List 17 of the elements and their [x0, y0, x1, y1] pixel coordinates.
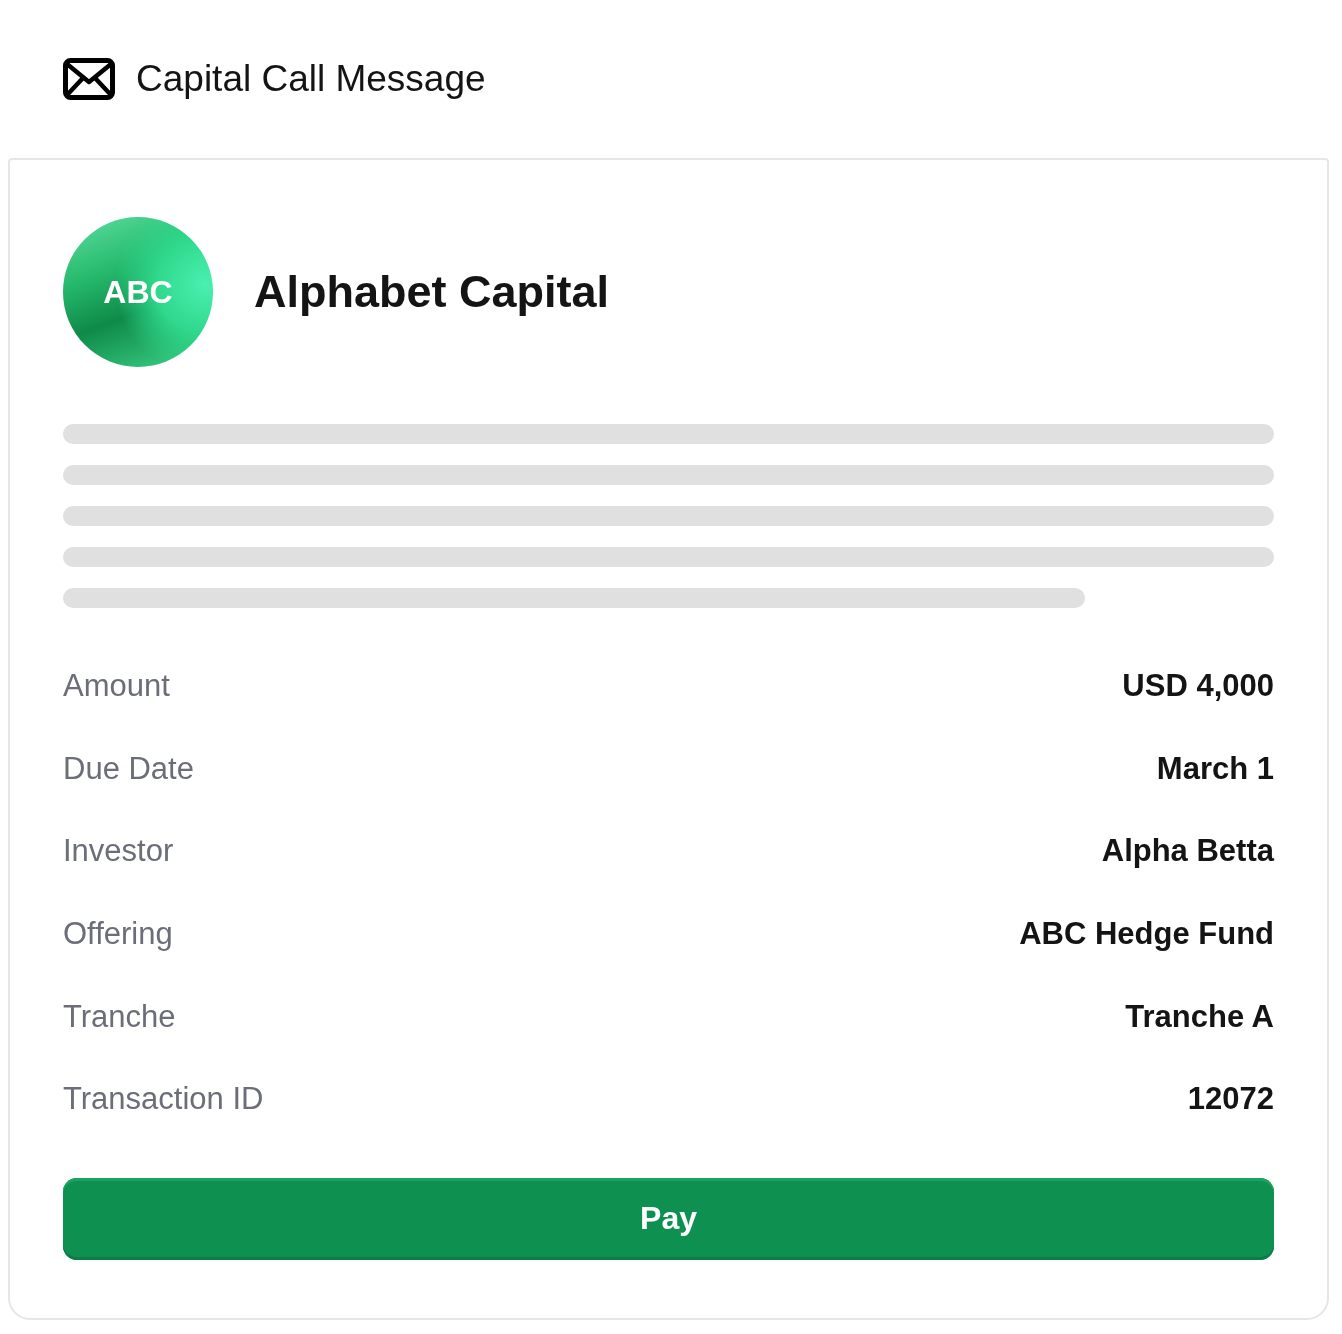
page-title: Capital Call Message: [136, 58, 486, 100]
detail-value: Tranche A: [1125, 998, 1274, 1035]
detail-label: Amount: [63, 668, 170, 705]
pay-button[interactable]: Pay: [63, 1177, 1274, 1260]
detail-label: Due Date: [63, 750, 194, 787]
detail-value: ABC Hedge Fund: [1019, 916, 1274, 953]
detail-label: Transaction ID: [63, 1081, 264, 1118]
detail-value: USD 4,000: [1122, 668, 1274, 705]
detail-value: Alpha Betta: [1101, 833, 1274, 870]
sender-name: Alphabet Capital: [254, 266, 610, 318]
detail-value: 12072: [1187, 1081, 1274, 1118]
detail-value: March 1: [1156, 750, 1274, 787]
mail-icon: [63, 58, 115, 100]
sender-avatar: ABC: [63, 217, 213, 367]
detail-label: Tranche: [63, 998, 176, 1035]
detail-label: Offering: [63, 916, 173, 953]
detail-label: Investor: [63, 833, 174, 870]
